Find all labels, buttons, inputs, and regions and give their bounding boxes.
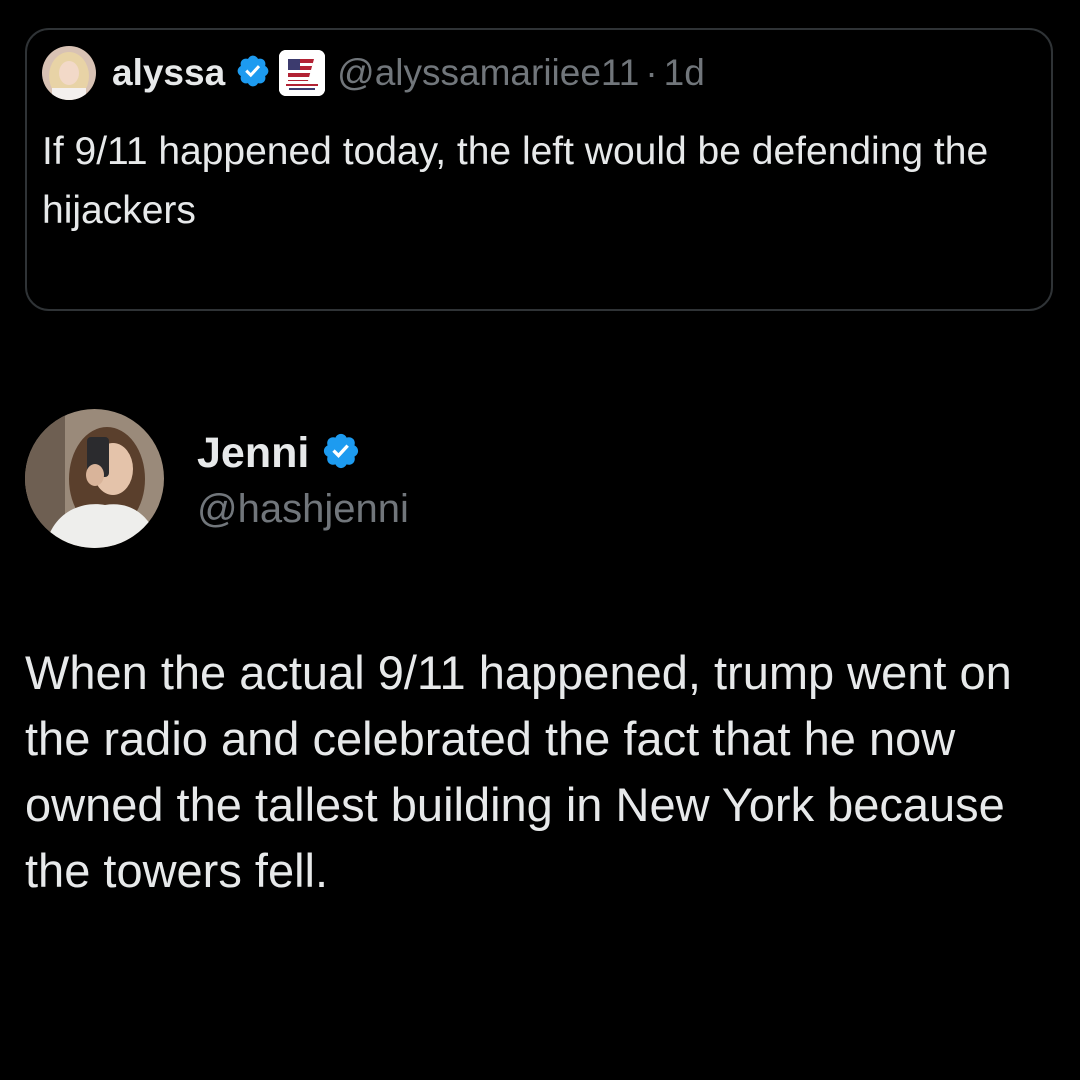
quoted-post-timestamp[interactable]: 1d [664,52,705,94]
verified-check-icon [321,431,361,476]
author-name-row: Jenni [197,425,409,481]
quoted-post-text: If 9/11 happened today, the left would b… [42,130,989,232]
dot-separator: · [645,52,658,93]
us-flag-affiliation-badge[interactable] [279,50,326,96]
author-meta: Jenni @hashjenni [197,425,409,532]
post-author: Jenni @hashjenni [25,406,409,551]
post-text: When the actual 9/11 happened, trump wen… [25,646,1012,897]
author-handle[interactable]: @hashjenni [197,487,409,532]
author-name[interactable]: Jenni [197,429,309,478]
quoted-post-header: alyssa @alyssamariiee11 · 1d [42,46,705,100]
quoted-author-avatar[interactable] [42,46,96,100]
verified-check-icon [235,53,271,94]
author-avatar[interactable] [25,409,164,548]
quoted-author-name[interactable]: alyssa [112,52,225,94]
quoted-author-handle[interactable]: @alyssamariiee11 [337,52,639,94]
